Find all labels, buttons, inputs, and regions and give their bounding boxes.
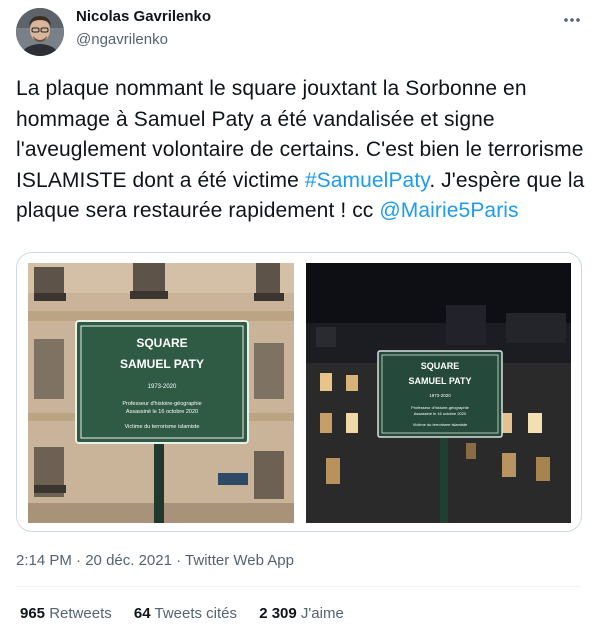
more-horizontal-icon[interactable] xyxy=(560,12,584,28)
retweets-stat[interactable]: 965 Retweets xyxy=(20,605,112,622)
sign-line5: Assassiné le 16 octobre 2020 xyxy=(126,409,198,415)
quotes-count: 64 xyxy=(133,605,151,622)
sign-night-line4: Professeur d'histoire-géographie xyxy=(411,405,469,410)
sign-night-line1: SQUARE xyxy=(421,361,460,371)
quotes-label: Tweets cités xyxy=(154,605,238,622)
retweets-label: Retweets xyxy=(49,605,112,622)
author-name[interactable]: Nicolas Gavrilenko xyxy=(76,8,211,25)
engagement-stats: 965 Retweets 64 Tweets cités 2 309 J'aim… xyxy=(20,605,362,622)
sign-night-line6: Victime du terrorisme islamiste xyxy=(413,422,468,427)
sign-night-line5: Assassiné le 16 octobre 2020 xyxy=(414,411,467,416)
sign-night-line2: SAMUEL PATY xyxy=(408,376,471,386)
tweet: Nicolas Gavrilenko @ngavrilenko La plaqu… xyxy=(0,0,596,632)
tweet-source[interactable]: Twitter Web App xyxy=(185,552,294,569)
sign-line4: Professeur d'histoire-géographie xyxy=(122,401,201,407)
sign-line3: 1973-2020 xyxy=(148,384,177,390)
quotes-stat[interactable]: 64 Tweets cités xyxy=(134,605,237,622)
likes-stat[interactable]: 2 309 J'aime xyxy=(259,605,344,622)
tweet-text: La plaque nommant le square jouxtant la … xyxy=(16,74,586,227)
separator: · xyxy=(71,552,86,569)
tweet-date[interactable]: 20 déc. 2021 xyxy=(85,552,172,569)
sign-line2: SAMUEL PATY xyxy=(120,357,204,371)
sign-night-line3: 1973-2020 xyxy=(429,393,451,398)
likes-label: J'aime xyxy=(300,605,344,622)
likes-count: 2 309 xyxy=(259,605,297,622)
media-container: SQUARE SAMUEL PATY 1973-2020 Professeur … xyxy=(16,252,582,532)
sign-line6: Victime du terrorisme islamiste xyxy=(125,424,200,430)
photo-daytime-sign[interactable]: SQUARE SAMUEL PATY 1973-2020 Professeur … xyxy=(28,263,294,523)
retweets-count: 965 xyxy=(20,605,46,622)
hashtag-link[interactable]: #SamuelPaty xyxy=(305,169,429,192)
sign-line1: SQUARE xyxy=(136,336,187,350)
separator: · xyxy=(171,552,186,569)
tweet-timestamp: 2:14 PM · 20 déc. 2021 · Twitter Web App xyxy=(16,552,294,569)
photo-night-sign[interactable]: SQUARE SAMUEL PATY 1973-2020 Professeur … xyxy=(306,263,571,523)
divider xyxy=(16,586,580,587)
tweet-time[interactable]: 2:14 PM xyxy=(16,552,72,569)
avatar[interactable] xyxy=(16,8,64,56)
author-handle[interactable]: @ngavrilenko xyxy=(76,31,168,48)
mention-link[interactable]: @Mairie5Paris xyxy=(379,199,518,222)
